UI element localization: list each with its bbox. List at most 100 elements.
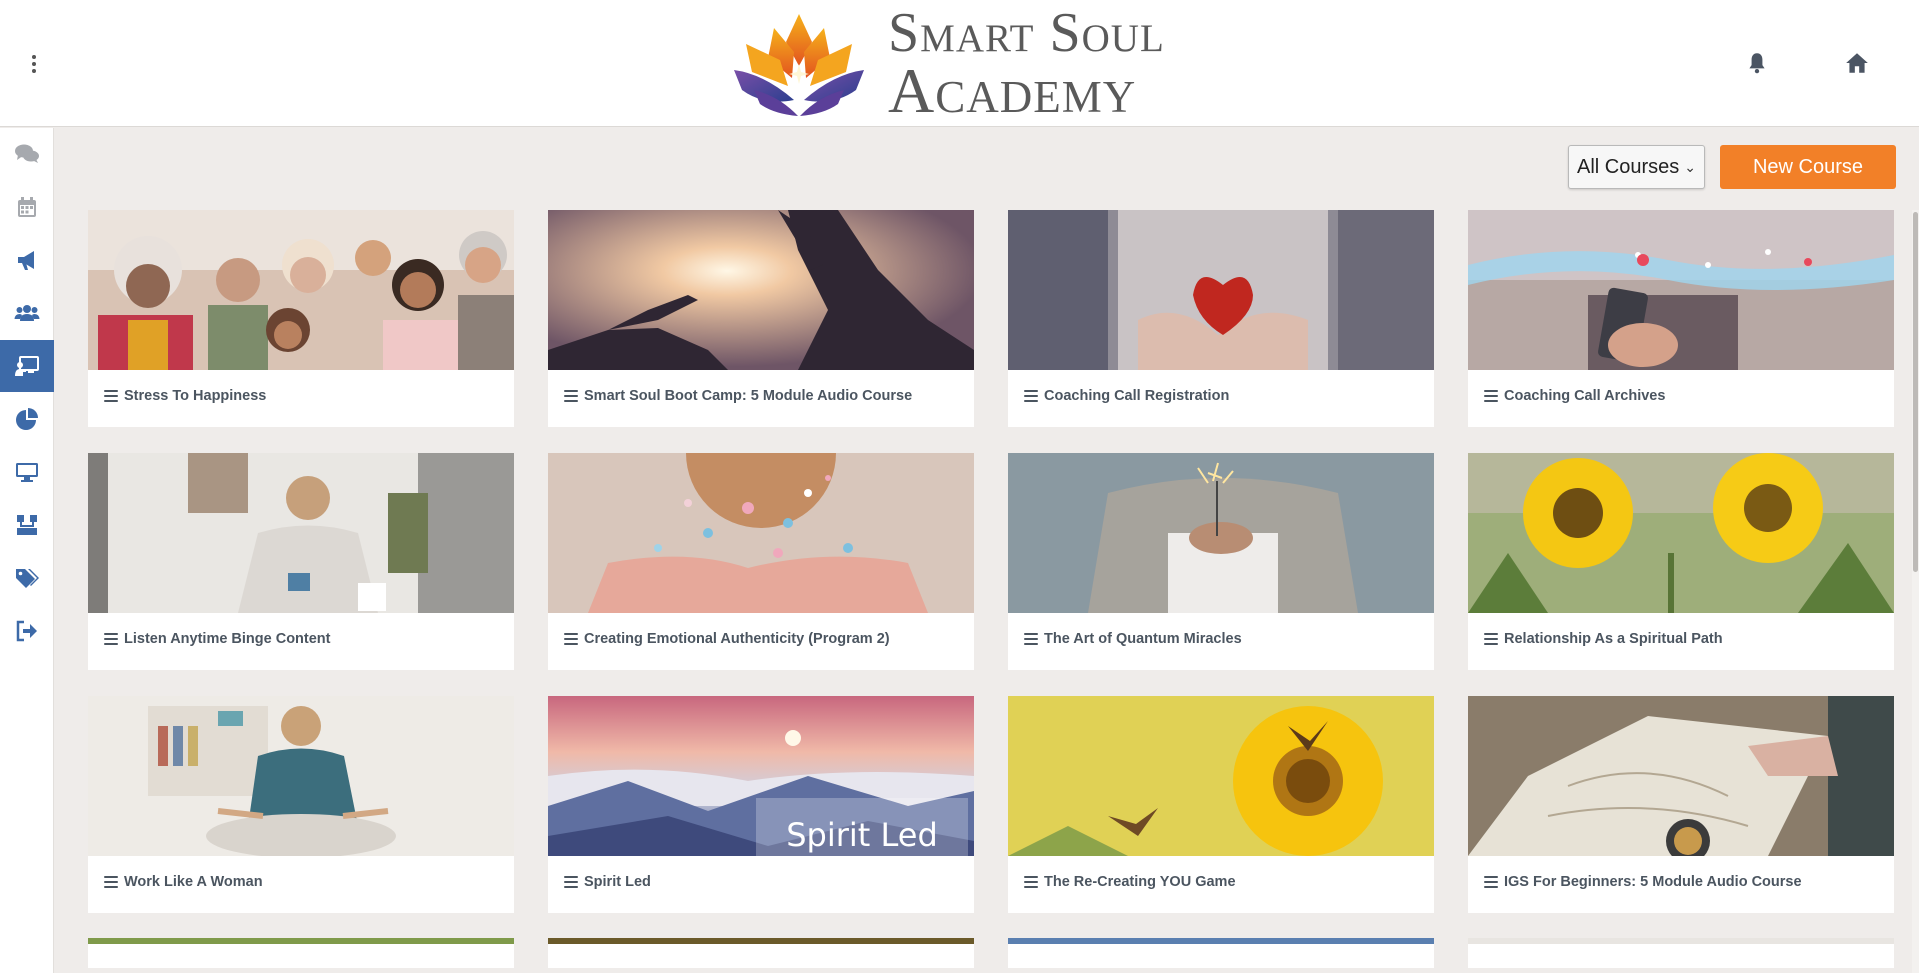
course-title[interactable]: Spirit Led	[564, 874, 651, 890]
course-card[interactable]: The Re-Creating YOU Game	[1008, 696, 1434, 913]
course-title-text: Relationship As a Spiritual Path	[1504, 631, 1723, 647]
course-thumbnail	[1468, 696, 1894, 856]
menu-icon	[1024, 390, 1038, 402]
sidebar-item-reports[interactable]	[0, 393, 54, 445]
course-title[interactable]: Listen Anytime Binge Content	[104, 631, 331, 647]
course-card-partial[interactable]	[1468, 938, 1894, 968]
course-thumbnail	[1468, 453, 1894, 613]
course-title-text: Coaching Call Registration	[1044, 388, 1230, 404]
bell-icon[interactable]	[1744, 50, 1770, 76]
course-title[interactable]: Relationship As a Spiritual Path	[1484, 631, 1723, 647]
users-icon	[14, 305, 40, 321]
chevron-down-icon: ⌄	[1684, 158, 1696, 175]
course-card[interactable]: Coaching Call Archives	[1468, 210, 1894, 427]
pie-chart-icon	[16, 408, 38, 430]
course-card-partial[interactable]	[1008, 938, 1434, 968]
sidebar-item-calendar[interactable]	[0, 181, 54, 233]
kebab-menu-icon[interactable]	[26, 50, 42, 78]
course-thumbnail	[88, 696, 514, 856]
course-title-text: Listen Anytime Binge Content	[124, 631, 331, 647]
course-card[interactable]: Stress To Happiness	[88, 210, 514, 427]
menu-icon	[1484, 633, 1498, 645]
course-title[interactable]: Coaching Call Archives	[1484, 388, 1665, 404]
sidebar-item-announcements[interactable]	[0, 234, 54, 286]
course-thumbnail	[88, 453, 514, 613]
menu-icon	[564, 876, 578, 888]
course-title-text: Coaching Call Archives	[1504, 388, 1666, 404]
course-title-text: Creating Emotional Authenticity (Program…	[584, 631, 890, 647]
course-thumbnail	[1008, 453, 1434, 613]
sidebar-item-logout[interactable]	[0, 605, 54, 657]
academy-logo[interactable]: Smart Soul Academy	[724, 5, 1204, 123]
sidebar-item-members[interactable]	[0, 287, 54, 339]
course-title[interactable]: Work Like A Woman	[104, 874, 263, 890]
course-filter-value: All Courses	[1577, 155, 1680, 178]
chalkboard-teacher-icon	[15, 356, 39, 376]
course-title[interactable]: Coaching Call Registration	[1024, 388, 1229, 404]
top-header: Smart Soul Academy	[0, 0, 1919, 127]
sign-out-icon	[16, 620, 37, 642]
course-card[interactable]: The Art of Quantum Miracles	[1008, 453, 1434, 670]
scrollbar-thumb[interactable]	[1913, 212, 1918, 572]
course-card[interactable]: Spirit Led Spirit Led	[548, 696, 974, 913]
menu-icon	[104, 876, 118, 888]
sidebar-item-tags[interactable]	[0, 552, 54, 604]
logo-line-1: Smart Soul	[888, 2, 1165, 64]
course-thumbnail	[1008, 210, 1434, 370]
course-grid: Stress To Happiness Smart Soul Boot Camp…	[88, 210, 1896, 973]
home-icon[interactable]	[1844, 50, 1870, 76]
logo-line-2: Academy	[888, 55, 1137, 126]
logo-wordmark: Smart Soul Academy	[888, 5, 1165, 123]
tags-icon	[16, 569, 39, 588]
sidebar-item-chat[interactable]	[0, 128, 54, 180]
course-card[interactable]: Creating Emotional Authenticity (Program…	[548, 453, 974, 670]
comments-icon	[15, 144, 39, 163]
course-card-partial[interactable]	[548, 938, 974, 968]
course-title-text: The Art of Quantum Miracles	[1044, 631, 1242, 647]
course-card[interactable]: Work Like A Woman	[88, 696, 514, 913]
course-title[interactable]: Smart Soul Boot Camp: 5 Module Audio Cou…	[564, 388, 912, 404]
course-card[interactable]: Coaching Call Registration	[1008, 210, 1434, 427]
course-thumbnail	[1468, 210, 1894, 370]
menu-icon	[104, 633, 118, 645]
lotus-logo-icon	[734, 14, 864, 116]
new-course-button[interactable]: New Course	[1720, 145, 1896, 189]
scrollbar[interactable]	[1912, 210, 1919, 973]
course-card[interactable]: IGS For Beginners: 5 Module Audio Course	[1468, 696, 1894, 913]
menu-icon	[1484, 390, 1498, 402]
sitemap-icon	[17, 515, 37, 535]
course-card[interactable]: Smart Soul Boot Camp: 5 Module Audio Cou…	[548, 210, 974, 427]
course-title[interactable]: The Re-Creating YOU Game	[1024, 874, 1236, 890]
course-title-text: The Re-Creating YOU Game	[1044, 874, 1236, 890]
sidebar-nav	[0, 128, 54, 973]
course-title[interactable]: Creating Emotional Authenticity (Program…	[564, 631, 890, 647]
course-card[interactable]: Relationship As a Spiritual Path	[1468, 453, 1894, 670]
sidebar-item-organization[interactable]	[0, 499, 54, 551]
course-thumbnail: Spirit Led	[548, 696, 974, 856]
course-title-text: Spirit Led	[584, 874, 651, 890]
thumbnail-overlay-text: Spirit Led	[756, 798, 968, 856]
calendar-icon	[18, 197, 36, 217]
menu-icon	[104, 390, 118, 402]
megaphone-icon	[18, 251, 34, 270]
sidebar-item-webinars[interactable]	[0, 446, 54, 498]
course-card[interactable]: Listen Anytime Binge Content	[88, 453, 514, 670]
course-thumbnail	[548, 210, 974, 370]
course-title[interactable]: Stress To Happiness	[104, 388, 266, 404]
course-title-text: IGS For Beginners: 5 Module Audio Course	[1504, 874, 1802, 890]
course-title-text: Work Like A Woman	[124, 874, 263, 890]
sidebar-item-courses[interactable]	[0, 340, 54, 392]
menu-icon	[1024, 633, 1038, 645]
course-thumbnail	[1008, 696, 1434, 856]
menu-icon	[564, 390, 578, 402]
menu-icon	[1024, 876, 1038, 888]
course-title[interactable]: The Art of Quantum Miracles	[1024, 631, 1242, 647]
course-filter-select[interactable]: All Courses ⌄	[1568, 145, 1705, 189]
course-thumbnail	[88, 210, 514, 370]
course-title[interactable]: IGS For Beginners: 5 Module Audio Course	[1484, 874, 1802, 890]
course-thumbnail	[548, 453, 974, 613]
course-title-text: Stress To Happiness	[124, 388, 267, 404]
course-card-partial[interactable]	[88, 938, 514, 968]
menu-icon	[564, 633, 578, 645]
menu-icon	[1484, 876, 1498, 888]
